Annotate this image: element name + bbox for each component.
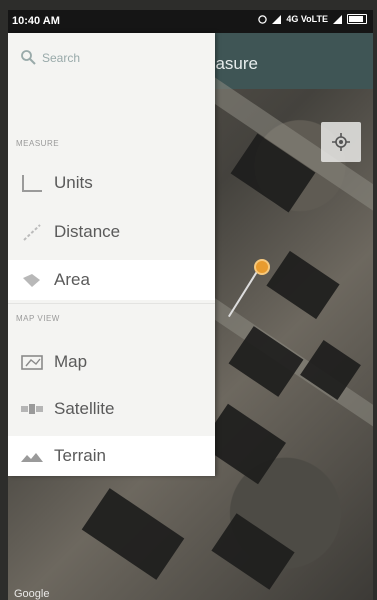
google-attribution: Google: [14, 588, 50, 600]
drawer-item-satellite[interactable]: Satellite: [8, 389, 215, 429]
measure-line: [228, 269, 259, 318]
drawer-item-units[interactable]: Units: [8, 163, 215, 203]
app-frame: 10:40 AM 4G VoLTE easure Google Search M…: [8, 10, 373, 600]
drawer-item-distance[interactable]: Distance: [8, 212, 215, 252]
status-time: 10:40 AM: [12, 15, 60, 27]
drawer-item-label: Units: [54, 173, 93, 192]
map-building: [211, 513, 295, 590]
crosshair-icon: [332, 133, 350, 151]
navigation-drawer: Search MEASURE Units Distance Area MAP V…: [8, 33, 215, 476]
map-building: [81, 488, 185, 580]
signal-icon: [272, 14, 282, 24]
status-icons: 4G VoLTE: [258, 14, 367, 24]
network-label: 4G VoLTE: [286, 14, 328, 24]
ruler-icon: [18, 171, 46, 195]
search-icon: [21, 50, 36, 65]
map-building: [266, 250, 340, 320]
search-label: Search: [42, 51, 81, 65]
map-icon: [18, 350, 46, 374]
drawer-item-area[interactable]: Area: [8, 260, 215, 300]
alarm-icon: [258, 14, 268, 24]
area-icon: [18, 268, 46, 292]
status-bar: 10:40 AM 4G VoLTE: [8, 10, 373, 33]
my-location-button[interactable]: [321, 122, 361, 162]
drawer-search[interactable]: Search: [8, 33, 215, 83]
measure-pin[interactable]: [254, 259, 270, 275]
section-header-measure: MEASURE: [16, 139, 60, 148]
battery-icon: [347, 14, 367, 24]
terrain-icon: [18, 444, 46, 468]
drawer-item-label: Area: [54, 270, 90, 289]
drawer-item-label: Terrain: [54, 446, 106, 465]
satellite-icon: [18, 397, 46, 421]
distance-icon: [18, 220, 46, 244]
section-header-map-view: MAP VIEW: [16, 314, 60, 323]
drawer-item-label: Map: [54, 352, 88, 371]
drawer-divider: [8, 303, 215, 304]
drawer-item-map[interactable]: Map: [8, 342, 215, 382]
drawer-item-label: Distance: [54, 222, 121, 241]
signal-icon: [333, 14, 342, 24]
drawer-item-terrain[interactable]: Terrain: [8, 436, 215, 476]
drawer-item-label: Satellite: [54, 399, 115, 418]
